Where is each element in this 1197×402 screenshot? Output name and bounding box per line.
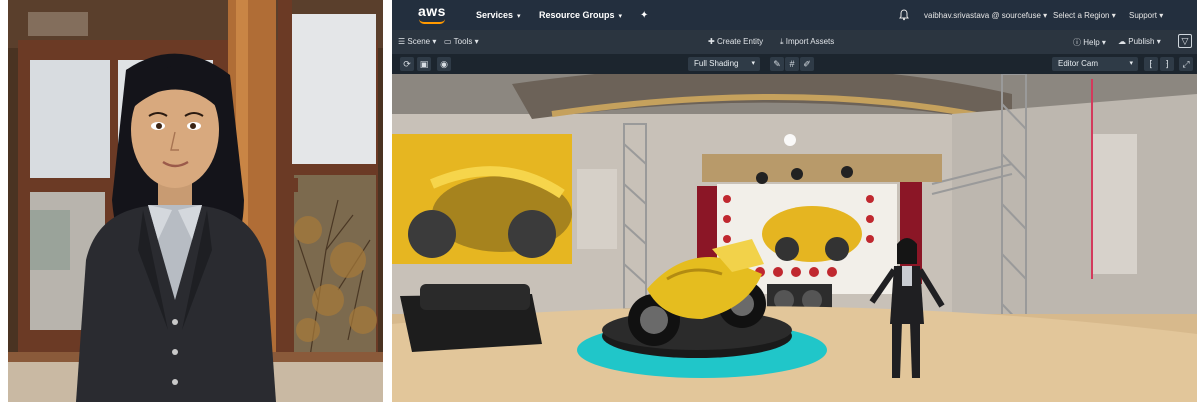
support-label: Support <box>1129 11 1158 20</box>
publish-label: Publish <box>1128 37 1155 46</box>
publish-menu[interactable]: ☁ Publish ▾ <box>1118 37 1161 46</box>
scene-menu[interactable]: ☰ Scene ▾ <box>398 37 436 46</box>
chevron-down-icon: ▾ <box>1101 38 1106 47</box>
chevron-down-icon: ▾ <box>474 37 479 46</box>
support-menu[interactable]: Support ▾ <box>1129 11 1163 20</box>
split-view-icon[interactable]: ⁅ <box>1144 57 1158 71</box>
pin-icon[interactable]: ✦ <box>640 10 648 21</box>
chevron-down-icon: ▾ <box>618 13 623 20</box>
scene-label: Scene <box>407 37 431 46</box>
cloud-icon: ☁ <box>1118 37 1126 46</box>
help-menu[interactable]: ⓘ Help ▾ <box>1073 37 1106 48</box>
resource-groups-label: Resource Groups <box>539 10 615 20</box>
chevron-down-icon: ▾ <box>751 60 755 67</box>
camera-value: Editor Cam <box>1058 59 1099 68</box>
move-tool-icon[interactable]: ✎ <box>770 57 784 71</box>
avatar-photo-panel <box>8 0 383 402</box>
shading-value: Full Shading <box>694 59 739 68</box>
import-assets-button[interactable]: ⤓ Import Assets <box>780 37 834 47</box>
viewport-toolbar: ⟳ ▣ ◉ Full Shading ▾ ✎ # ✐ Editor Cam ▾ … <box>392 54 1197 74</box>
refresh-icon[interactable]: ⟳ <box>400 57 414 71</box>
camera-icon[interactable]: ◉ <box>437 57 451 71</box>
chat-icon[interactable]: ▽ <box>1178 34 1192 48</box>
hamburger-icon: ☰ <box>398 37 406 46</box>
layout-icon[interactable]: ⁆ <box>1160 57 1174 71</box>
chevron-down-icon: ▾ <box>517 13 521 20</box>
chevron-down-icon: ▾ <box>1111 11 1116 20</box>
window-icon: ▭ <box>444 37 452 46</box>
create-entity-button[interactable]: ✚ Create Entity <box>708 37 763 46</box>
tools-menu[interactable]: ▭ Tools ▾ <box>444 37 479 46</box>
scene-render <box>392 74 1197 402</box>
grid-toggle-icon[interactable]: # <box>785 57 799 71</box>
plus-icon: ✚ <box>708 37 715 46</box>
resource-groups-menu[interactable]: Resource Groups ▾ <box>539 10 622 20</box>
chevron-down-icon: ▾ <box>1156 37 1161 46</box>
services-menu[interactable]: Services ▾ <box>476 10 521 20</box>
help-icon: ⓘ <box>1073 38 1081 47</box>
chevron-down-icon: ▾ <box>1159 11 1164 20</box>
region-label: Select a Region <box>1053 11 1110 20</box>
scene-viewport[interactable] <box>392 74 1197 402</box>
sumerian-editor: aws Services ▾ Resource Groups ▾ ✦ vaibhav… <box>392 0 1197 402</box>
help-label: Help <box>1083 38 1100 47</box>
camera-select[interactable]: Editor Cam ▾ <box>1052 57 1138 71</box>
fullscreen-icon[interactable]: ⤢ <box>1179 57 1193 71</box>
avatar-photo <box>8 0 383 402</box>
chevron-down-icon: ▾ <box>1043 11 1048 20</box>
aws-logo[interactable]: aws <box>418 3 448 25</box>
chevron-down-icon: ▾ <box>432 37 437 46</box>
services-label: Services <box>476 10 514 20</box>
aws-top-nav: aws Services ▾ Resource Groups ▾ ✦ vaibhav… <box>392 0 1197 30</box>
region-menu[interactable]: Select a Region ▾ <box>1053 11 1116 20</box>
grid-icon[interactable]: ▣ <box>417 57 431 71</box>
editor-menubar: ☰ Scene ▾ ▭ Tools ▾ ✚ Create Entity ⤓ Im… <box>392 30 1197 54</box>
bell-icon[interactable] <box>898 9 910 21</box>
account-menu[interactable]: vaibhav.srivastava @ sourcefuse ▾ <box>924 11 1047 20</box>
wrench-icon[interactable]: ✐ <box>800 57 814 71</box>
aws-logo-text: aws <box>418 3 446 19</box>
account-label: vaibhav.srivastava @ sourcefuse <box>924 11 1041 20</box>
shading-select[interactable]: Full Shading ▾ <box>688 57 760 71</box>
import-icon: ⤓ <box>780 37 784 46</box>
import-assets-label: Import Assets <box>785 37 835 46</box>
create-entity-label: Create Entity <box>716 37 764 46</box>
chevron-down-icon: ▾ <box>1129 60 1133 67</box>
tools-label: Tools <box>453 37 473 46</box>
aws-smile-icon <box>419 19 445 24</box>
